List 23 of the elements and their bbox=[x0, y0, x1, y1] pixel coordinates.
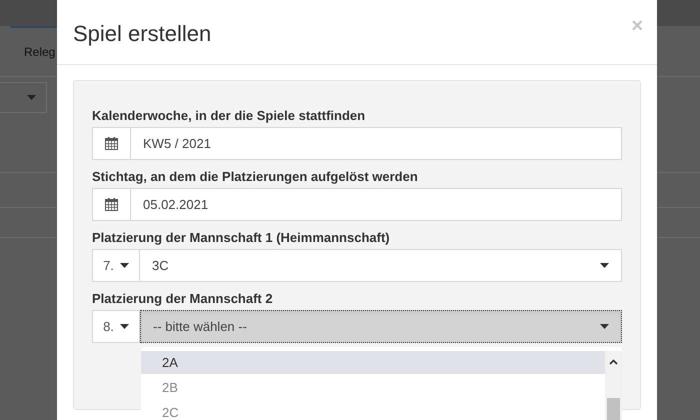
caret-icon bbox=[27, 95, 36, 100]
field-label: Platzierung der Mannschaft 1 (Heimmannschaft) bbox=[92, 229, 391, 246]
calendar-addon[interactable] bbox=[92, 188, 131, 221]
rank-select[interactable]: 8. bbox=[92, 310, 140, 343]
caret-icon bbox=[600, 324, 609, 329]
calendar-icon bbox=[105, 137, 118, 150]
scrollbar[interactable] bbox=[605, 351, 622, 420]
caret-icon bbox=[120, 324, 129, 329]
date-field[interactable]: 05.02.2021 bbox=[131, 188, 622, 221]
dropdown-option[interactable]: 2A bbox=[141, 351, 605, 374]
calendar-addon[interactable] bbox=[92, 127, 131, 160]
team-select[interactable]: 3C bbox=[140, 249, 622, 282]
caret-icon bbox=[120, 263, 129, 268]
scroll-up-icon[interactable] bbox=[609, 359, 618, 365]
field-label: Kalenderwoche, in der die Spiele stattfinden bbox=[92, 107, 366, 124]
field-label: Platzierung der Mannschaft 2 bbox=[92, 290, 274, 307]
dialog-title: Spiel erstellen bbox=[73, 20, 212, 48]
field-label: Stichtag, an dem die Platzierungen aufgelöst werden bbox=[92, 168, 419, 185]
date-field[interactable]: KW5 / 2021 bbox=[131, 127, 622, 160]
rank-select[interactable]: 7. bbox=[92, 249, 140, 282]
caret-icon bbox=[600, 263, 609, 268]
team-select[interactable]: -- bitte wählen -- bbox=[140, 310, 622, 343]
calendar-icon bbox=[105, 198, 118, 211]
